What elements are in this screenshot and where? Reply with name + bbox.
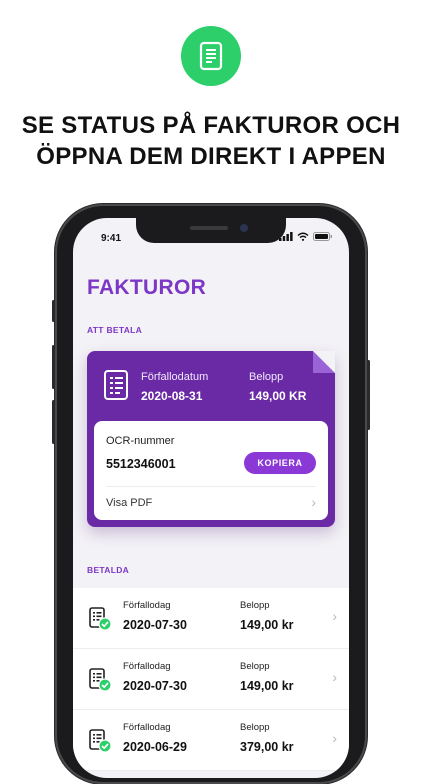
due-date-label: Förfallodag (123, 661, 171, 672)
phone-mute-switch (52, 300, 55, 322)
amount-label: Belopp (249, 371, 284, 383)
ocr-number: 5512346001 (106, 457, 176, 471)
signal-icon (279, 232, 293, 241)
amount-value: 149,00 KR (249, 389, 307, 403)
due-date-label: Förfallodatum (141, 371, 209, 383)
status-icons (279, 232, 333, 241)
amount-value: 379,00 kr (240, 740, 294, 754)
due-date-label: Förfallodag (123, 722, 171, 733)
list-item[interactable]: Förfallodag 2020-07-30 Belopp 149,00 kr … (73, 588, 349, 649)
invoice-doc-icon (103, 369, 129, 406)
paid-invoice-icon (89, 607, 112, 636)
front-camera (240, 224, 248, 232)
paid-invoice-icon (89, 729, 112, 758)
paid-invoice-icon (89, 668, 112, 697)
paid-invoices-list: Förfallodag 2020-07-30 Belopp 149,00 kr … (73, 588, 349, 771)
ocr-label: OCR-nummer (106, 435, 175, 447)
status-time: 9:41 (101, 233, 122, 244)
due-date-value: 2020-07-30 (123, 618, 187, 632)
amount-label: Belopp (240, 600, 270, 611)
amount-value: 149,00 kr (240, 618, 294, 632)
battery-icon (313, 232, 332, 241)
list-item[interactable]: Förfallodag 2020-07-30 Belopp 149,00 kr … (73, 649, 349, 710)
phone-screen: 9:41 FAKTUROR ATT BETALA Förfallodatum 2… (73, 218, 349, 778)
due-date-value: 2020-07-30 (123, 679, 187, 693)
amount-value: 149,00 kr (240, 679, 294, 693)
chevron-right-icon[interactable]: › (332, 669, 337, 685)
wifi-icon (297, 232, 309, 241)
chevron-right-icon[interactable]: › (332, 608, 337, 624)
amount-label: Belopp (240, 661, 270, 672)
invoice-icon (181, 26, 241, 86)
amount-label: Belopp (240, 722, 270, 733)
unpaid-invoice-card[interactable]: Förfallodatum 2020-08-31 Belopp 149,00 K… (87, 351, 335, 527)
due-date-value: 2020-08-31 (141, 389, 203, 403)
due-date-value: 2020-06-29 (123, 740, 187, 754)
chevron-right-icon[interactable]: › (311, 494, 316, 510)
phone-notch (136, 218, 286, 243)
headline-line-2: ÖPPNA DEM DIREKT I APPEN (36, 143, 386, 170)
divider (106, 486, 316, 487)
view-pdf-link[interactable]: Visa PDF (106, 497, 152, 509)
phone-power-button (367, 360, 370, 430)
speaker-grille (190, 226, 228, 230)
card-fold-corner (313, 351, 335, 373)
chevron-right-icon[interactable]: › (332, 730, 337, 746)
section-label-paid: BETALDA (87, 565, 130, 575)
headline: SE STATUS PÅ FAKTUROR OCH ÖPPNA DEM DIRE… (0, 110, 422, 172)
phone-volume-down (52, 400, 55, 444)
copy-ocr-button[interactable]: KOPIERA (244, 452, 316, 474)
due-date-label: Förfallodag (123, 600, 171, 611)
list-item[interactable]: Förfallodag 2020-06-29 Belopp 379,00 kr … (73, 710, 349, 771)
payment-details: OCR-nummer 5512346001 KOPIERA Visa PDF › (94, 421, 328, 520)
phone-volume-up (52, 345, 55, 389)
section-label-to-pay: ATT BETALA (87, 325, 143, 335)
headline-line-1: SE STATUS PÅ FAKTUROR OCH (21, 112, 401, 139)
page-title: FAKTUROR (87, 276, 207, 299)
